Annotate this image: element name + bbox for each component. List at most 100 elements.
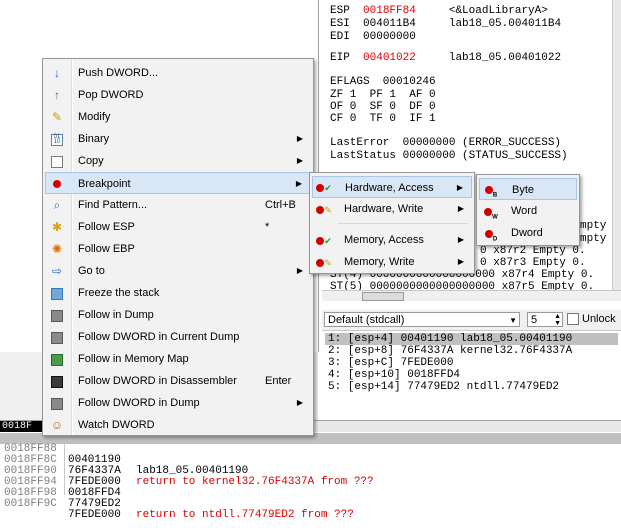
- fpu-row[interactable]: 0 x87r3 Empty 0.: [480, 257, 586, 269]
- chevron-down-icon: ▼: [509, 316, 517, 325]
- watch-icon: ☺: [50, 418, 64, 432]
- menu-item-freeze-stack[interactable]: Freeze the stack: [45, 282, 311, 304]
- menu-item-label: Watch DWORD: [78, 419, 155, 431]
- register-edi[interactable]: EDI 00000000: [330, 31, 416, 43]
- checkbox-icon[interactable]: [567, 313, 579, 326]
- star-icon: ✱: [51, 220, 63, 234]
- menu-item-shortcut: Enter: [265, 375, 292, 387]
- breakpoint-byte-icon: B: [483, 181, 499, 198]
- menu-item-binary[interactable]: 01 10 Binary ▶: [45, 128, 311, 150]
- stack-row[interactable]: 0018FF8C 76F4337A return to kernel32.76F…: [0, 444, 621, 488]
- disassembler-icon: [49, 373, 65, 389]
- flags-row[interactable]: OF 0 SF 0 DF 0: [330, 101, 436, 113]
- menu-item-follow-memory-map[interactable]: Follow in Memory Map: [45, 348, 311, 370]
- submenu-item-label: Memory, Access: [344, 234, 424, 246]
- eflags[interactable]: EFLAGS 00010246: [330, 76, 436, 88]
- hardware-breakpoint-icon: ✎: [316, 201, 332, 217]
- hardware-breakpoint-icon: ✔: [316, 179, 332, 195]
- submenu-item-dword[interactable]: D Dword: [479, 222, 577, 244]
- stack-address: 0018FF9C: [4, 498, 57, 510]
- menu-item-push-dword[interactable]: ↓ Push DWORD...: [45, 62, 311, 84]
- menu-item-label: Go to: [78, 265, 105, 277]
- menu-item-follow-ebp[interactable]: ✺ Follow EBP: [45, 238, 311, 260]
- menu-item-label: Follow in Dump: [78, 309, 154, 321]
- spinner-arrows-icon[interactable]: ▲ ▼: [554, 313, 561, 327]
- menu-item-copy[interactable]: Copy ▶: [45, 150, 311, 172]
- menu-item-label: Pop DWORD: [78, 89, 144, 101]
- register-eip[interactable]: EIP 00401022 lab18_05.00401022: [330, 52, 561, 64]
- menu-item-label: Breakpoint: [78, 178, 131, 190]
- register-edi-value: 00000000: [363, 31, 416, 43]
- stack-row[interactable]: 0018FF98 77479ED2 return to ntdll.77479E…: [0, 477, 621, 521]
- menu-item-label: Follow ESP: [78, 221, 135, 233]
- menu-item-follow-in-dump[interactable]: Follow in Dump: [45, 304, 311, 326]
- submenu-item-label: Word: [511, 205, 538, 217]
- menu-item-label: Binary: [78, 133, 110, 145]
- menu-item-pop-dword[interactable]: ↑ Pop DWORD: [45, 84, 311, 106]
- fpu-row[interactable]: 0 x87r2 Empty 0.: [480, 245, 586, 257]
- menu-item-follow-dword-dump[interactable]: Follow DWORD in Dump ▶: [45, 392, 311, 414]
- submenu-item-label: Hardware, Access: [345, 182, 434, 194]
- arg-count-value: 5: [531, 314, 538, 326]
- arg-row[interactable]: 4: [esp+10] 0018FFD4: [328, 369, 460, 381]
- menu-item-breakpoint[interactable]: Breakpoint ▶: [45, 172, 311, 194]
- menu-item-follow-dword-current-dump[interactable]: Follow DWORD in Current Dump: [45, 326, 311, 348]
- copy-icon: [49, 153, 65, 169]
- registers-vscroll[interactable]: [612, 0, 621, 296]
- hscroll-thumb[interactable]: [362, 292, 404, 301]
- submenu-item-hardware-access[interactable]: ✔ Hardware, Access ▶: [312, 176, 472, 198]
- menu-item-label: Follow DWORD in Disassembler: [78, 375, 237, 387]
- arg-row[interactable]: 2: [esp+8] 76F4337A kernel32.76F4337A: [328, 345, 572, 357]
- arrow-down-icon: ↓: [54, 66, 60, 80]
- stack-row[interactable]: 0018FF94 0018FFD4: [0, 466, 621, 499]
- menu-item-follow-dword-disassembler[interactable]: Follow DWORD in Disassembler Enter: [45, 370, 311, 392]
- register-esp-comment: <&LoadLibraryA>: [448, 5, 548, 17]
- submenu-item-word[interactable]: W Word: [479, 200, 577, 222]
- memory-breakpoint-icon: ✔: [316, 232, 332, 248]
- breakpoint-dword-icon: D: [483, 225, 499, 242]
- arg-row[interactable]: 1: [esp+4] 00401190 lab18_05.00401190: [325, 333, 618, 345]
- submenu-arrow-icon: ▶: [296, 398, 303, 407]
- menu-item-follow-esp[interactable]: ✱ Follow ESP *: [45, 216, 311, 238]
- arg-row[interactable]: 3: [esp+C] 7FEDE000: [328, 357, 453, 369]
- submenu-item-hardware-write[interactable]: ✎ Hardware, Write ▶: [312, 198, 472, 220]
- arg-row[interactable]: 5: [esp+14] 77479ED2 ntdll.77479ED2: [328, 381, 559, 393]
- find-icon: ⌕: [53, 198, 61, 212]
- register-eip-comment: lab18_05.00401022: [448, 52, 562, 64]
- arg-count-spinner[interactable]: 5 ▲ ▼: [527, 312, 563, 327]
- menu-item-modify[interactable]: ✎ Modify: [45, 106, 311, 128]
- unlock-label: Unlock: [582, 313, 616, 325]
- menu-item-shortcut: Ctrl+B: [265, 199, 296, 211]
- flags-row[interactable]: CF 0 TF 0 IF 1: [330, 113, 436, 125]
- callconv-selected: Default (stdcall): [328, 314, 405, 326]
- submenu-item-memory-write[interactable]: ✎ Memory, Write ▶: [312, 251, 472, 273]
- submenu-arrow-icon: ▶: [457, 235, 464, 244]
- stack-comment: return to ntdll.77479ED2 from ???: [136, 509, 354, 521]
- submenu-item-label: Dword: [511, 227, 543, 239]
- register-esi[interactable]: ESI 004011B4 lab18_05.004011B4: [330, 18, 561, 30]
- submenu-item-memory-access[interactable]: ✔ Memory, Access ▶: [312, 229, 472, 251]
- stack-value: 7FEDE000: [68, 509, 121, 521]
- menu-item-go-to[interactable]: ⇨ Go to ▶: [45, 260, 311, 282]
- menu-item-find-pattern[interactable]: ⌕ Find Pattern... Ctrl+B: [45, 194, 311, 216]
- flags-row[interactable]: ZF 1 PF 1 AF 0: [330, 89, 436, 101]
- menu-item-watch-dword[interactable]: ☺ Watch DWORD: [45, 414, 311, 436]
- memory-map-icon: [49, 351, 65, 367]
- last-error[interactable]: LastError 00000000 (ERROR_SUCCESS): [330, 137, 561, 149]
- submenu-item-label: Hardware, Write: [344, 203, 424, 215]
- callconv-select[interactable]: Default (stdcall) ▼: [324, 312, 520, 327]
- submenu-arrow-icon: ▶: [296, 156, 303, 165]
- registers-hscroll[interactable]: [322, 290, 621, 301]
- register-esp-value: 0018FF84: [363, 5, 416, 17]
- dump-icon: [49, 329, 65, 345]
- submenu-item-byte[interactable]: B Byte: [479, 178, 577, 200]
- register-esp[interactable]: ESP 0018FF84 <&LoadLibraryA>: [330, 5, 548, 17]
- breakpoint-icon: [49, 175, 65, 191]
- gear-icon: ✺: [51, 242, 63, 256]
- arguments-pane[interactable]: 1: [esp+4] 00401190 lab18_05.00401190 2:…: [322, 330, 621, 421]
- last-status[interactable]: LastStatus 00000000 (STATUS_SUCCESS): [330, 150, 568, 162]
- memory-breakpoint-icon: ✎: [316, 254, 332, 270]
- submenu-item-label: Memory, Write: [344, 256, 415, 268]
- stack-row[interactable]: 0018FF90 7FEDE000: [0, 455, 621, 488]
- unlock-checkbox[interactable]: Unlock: [567, 313, 616, 326]
